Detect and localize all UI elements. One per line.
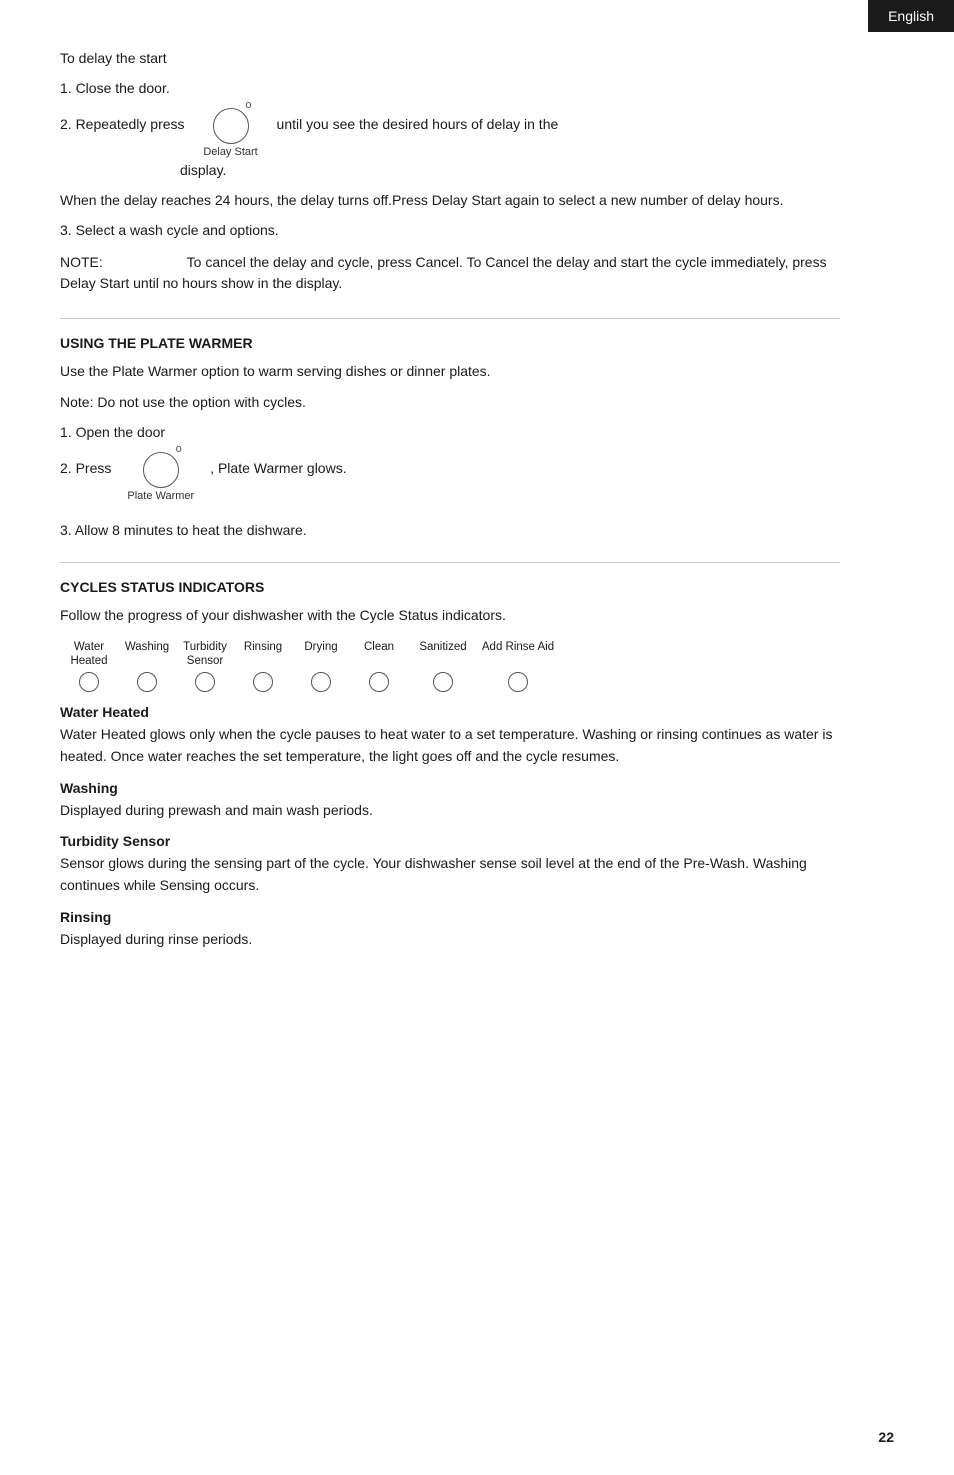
note-body-text: To cancel the delay and cycle, press Can… [60,254,827,291]
si-label-sanitized: Sanitized [408,641,478,669]
si-circle-water-heated [60,672,118,692]
si-circle-add-rinse-aid [478,672,558,692]
delay-step2-display: display. [180,162,226,178]
plate-warmer-heading: USING THE PLATE WARMER [60,335,840,351]
page-number: 22 [878,1429,894,1445]
plate-step2: 2. Press Plate Warmer , Plate Warmer glo… [60,452,840,502]
plate-warmer-button-icon: Plate Warmer [127,452,194,502]
delay-step2-suffix: until you see the desired hours of delay… [277,108,559,132]
water-heated-heading: Water Heated [60,704,840,720]
delay-step2: 2. Repeatedly press Delay Start until yo… [60,108,840,158]
si-label-washing: Washing [118,641,176,669]
delay-start-button-icon: Delay Start [201,108,261,158]
delay-step1: 1. Close the door. [60,80,840,96]
si-label-rinsing: Rinsing [234,641,292,669]
delay-step3: 3. Select a wash cycle and options. [60,222,840,238]
plate-warmer-circle [143,452,179,488]
plate-step3: 3. Allow 8 minutes to heat the dishware. [60,522,840,538]
section-divider-2 [60,562,840,563]
si-label-drying: Drying [292,641,350,669]
turbidity-body: Sensor glows during the sensing part of … [60,853,840,896]
language-label: English [888,8,934,24]
plate-warmer-intro: Use the Plate Warmer option to warm serv… [60,361,840,383]
section-divider-1 [60,318,840,319]
cycles-status-heading: CYCLES STATUS INDICATORS [60,579,840,595]
rinsing-heading: Rinsing [60,909,840,925]
plate-warmer-label: Plate Warmer [127,490,194,502]
water-heated-body: Water Heated glows only when the cycle p… [60,724,840,767]
note-label: NOTE: [60,254,103,270]
plate-warmer-note: Note: Do not use the option with cycles. [60,392,840,414]
si-circle-drying [292,672,350,692]
si-label-add-rinse-aid: Add Rinse Aid [478,641,558,669]
plate-step1: 1. Open the door [60,424,840,440]
si-circle-sanitized [408,672,478,692]
si-circle-washing [118,672,176,692]
washing-heading: Washing [60,780,840,796]
si-circle-turbidity [176,672,234,692]
plate-step2-suffix: , Plate Warmer glows. [210,452,346,476]
language-tab: English [868,0,954,32]
delay-start-circle [213,108,249,144]
plate-step2-prefix: 2. Press [60,452,111,476]
turbidity-heading: Turbidity Sensor [60,833,840,849]
status-indicators-table: Water Heated Washing Turbidity Sensor Ri… [60,641,840,693]
si-label-turbidity: Turbidity Sensor [176,641,234,669]
delay-start-intro: To delay the start [60,50,840,66]
delay-note-hours: When the delay reaches 24 hours, the del… [60,190,840,212]
cycles-status-intro: Follow the progress of your dishwasher w… [60,605,840,627]
si-label-water-heated: Water Heated [60,641,118,669]
si-circle-clean [350,672,408,692]
si-label-clean: Clean [350,641,408,669]
si-labels-row: Water Heated Washing Turbidity Sensor Ri… [60,641,840,669]
washing-body: Displayed during prewash and main wash p… [60,800,840,822]
si-circle-rinsing [234,672,292,692]
si-circles-row [60,672,840,692]
rinsing-body: Displayed during rinse periods. [60,929,840,951]
delay-start-label: Delay Start [203,146,257,158]
delay-note-block: NOTE: To cancel the delay and cycle, pre… [60,252,840,294]
delay-step2-prefix: 2. Repeatedly press [60,108,185,132]
